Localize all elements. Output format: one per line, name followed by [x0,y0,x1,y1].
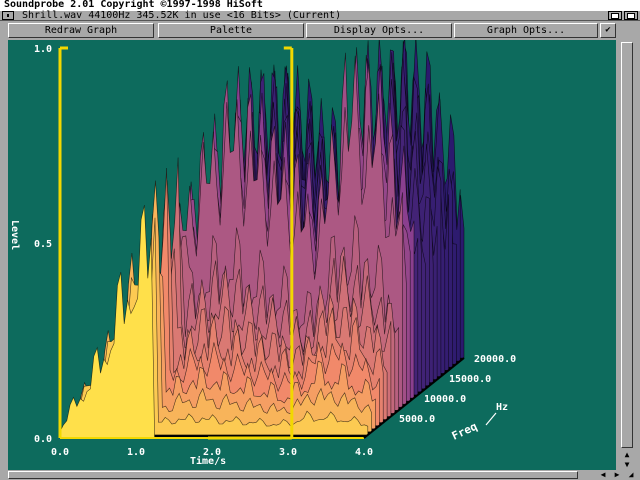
time-axis-title: Time/s [190,455,226,467]
scroll-down-icon[interactable]: ▼ [620,460,634,469]
freq-tick-label: 15000.0 [449,374,491,385]
freq-axis-title: Freq [450,420,480,443]
time-tick-label: 0.0 [51,447,69,458]
toolbar: Redraw Graph Palette Display Opts... Gra… [0,21,640,40]
vertical-scrollbar[interactable]: ▲ ▼ [618,40,636,470]
graph-opts-button[interactable]: Graph Opts... [454,23,598,38]
level-axis-title: Level [9,220,20,250]
scroll-right-icon[interactable]: ▶ [610,470,624,480]
level-tick-label: 0.5 [34,239,52,250]
level-tick-label: 1.0 [34,44,52,55]
horizontal-scroll-knob[interactable] [8,471,578,479]
freq-tick-label: 20000.0 [474,354,516,365]
vertical-scroll-knob[interactable] [621,42,633,448]
level-tick-label: 0.0 [34,434,52,445]
redraw-graph-button[interactable]: Redraw Graph [8,23,154,38]
scroll-up-icon[interactable]: ▲ [620,450,634,459]
surface-plot: 0.00.51.00.0 1.0 2.0 3.0 4.05000.010000.0150… [9,40,516,467]
window-title-bar[interactable]: Shrill.wav 44100Hz 345.52K in use <16 Bi… [0,10,640,21]
time-tick-label: 3.0 [279,447,297,458]
graph-area[interactable]: 0.0 0.5 1.0 0.0 1.0 2.0 3.0 4.0 5000.0 10000.0 150… [8,40,616,470]
freq-axis-title-slash [485,412,497,426]
freq-tick-label: 5000.0 [399,414,435,425]
time-tick-label: 1.0 [127,447,145,458]
close-icon[interactable] [2,11,14,20]
horizontal-scrollbar[interactable]: ◀ ▶ ◢ [0,470,640,480]
depth-icon[interactable] [624,11,638,20]
palette-button[interactable]: Palette [158,23,304,38]
zoom-icon[interactable] [608,11,622,20]
freq-unit-label: Hz [496,402,508,413]
scroll-left-icon[interactable]: ◀ [596,470,610,480]
screen-title-bar: Soundprobe 2.01 Copyright ©1997-1998 HiS… [0,0,640,10]
freq-tick-label: 10000.0 [424,394,466,405]
menu-dropdown-icon[interactable]: ✔ [600,23,616,38]
time-tick-label: 4.0 [355,447,373,458]
size-icon[interactable]: ◢ [624,470,638,480]
display-opts-button[interactable]: Display Opts... [306,23,452,38]
window-title: Shrill.wav 44100Hz 345.52K in use <16 Bi… [22,10,342,21]
